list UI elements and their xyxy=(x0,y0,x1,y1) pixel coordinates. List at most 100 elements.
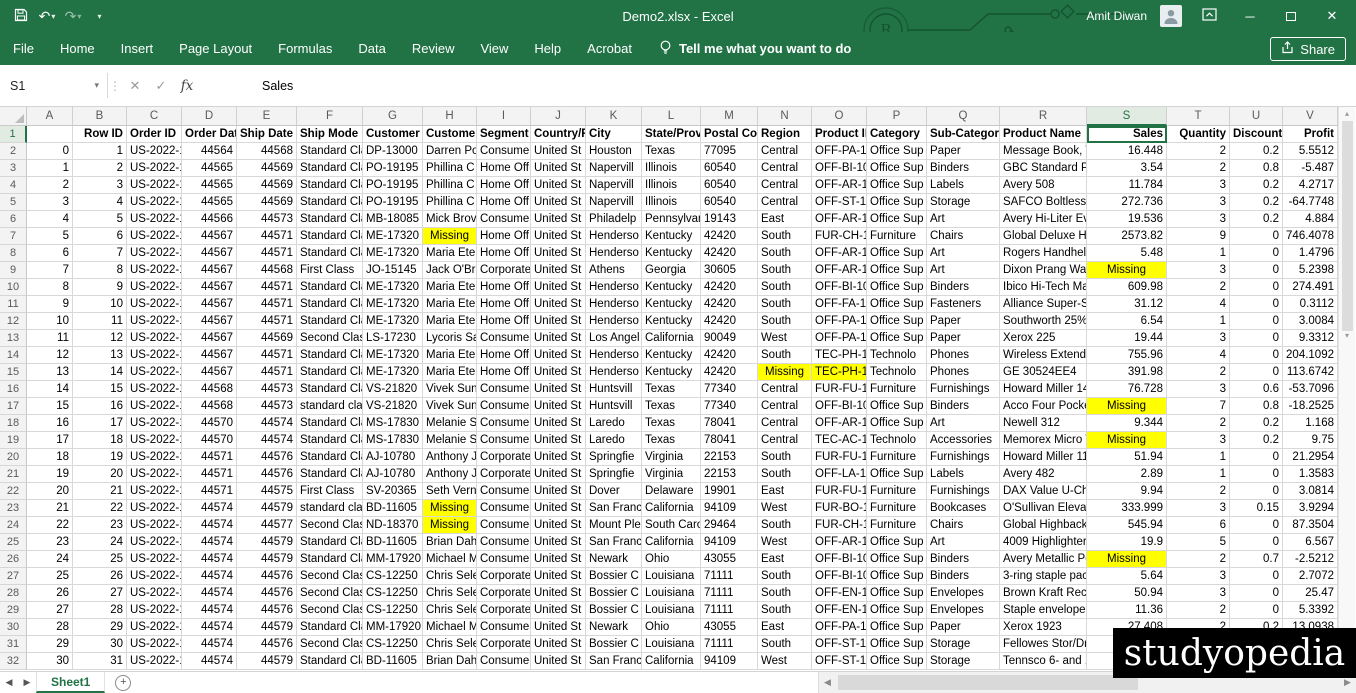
cell-I24[interactable]: Consume xyxy=(477,517,531,534)
cell-K24[interactable]: Mount Ple xyxy=(586,517,642,534)
cell-O23[interactable]: FUR-BO-10 xyxy=(812,500,867,517)
cell-P21[interactable]: Office Sup xyxy=(867,466,927,483)
cell-C13[interactable]: US-2022-1 xyxy=(127,330,182,347)
cell-T20[interactable]: 1 xyxy=(1167,449,1230,466)
cell-T3[interactable]: 2 xyxy=(1167,160,1230,177)
cell-I6[interactable]: Consume xyxy=(477,211,531,228)
cell-R16[interactable]: Howard Miller 14 xyxy=(1000,381,1087,398)
cell-L19[interactable]: Texas xyxy=(642,432,701,449)
row-header-13[interactable]: 13 xyxy=(0,330,27,347)
cell-F4[interactable]: Standard Clas xyxy=(297,177,363,194)
cell-J25[interactable]: United St xyxy=(531,534,586,551)
row-header-9[interactable]: 9 xyxy=(0,262,27,279)
row-header-2[interactable]: 2 xyxy=(0,143,27,160)
cell-I8[interactable]: Home Off xyxy=(477,245,531,262)
cell-K30[interactable]: Newark xyxy=(586,619,642,636)
cell-B6[interactable]: 5 xyxy=(73,211,127,228)
cell-E1[interactable]: Ship Date xyxy=(237,126,297,143)
cell-C32[interactable]: US-2022-1 xyxy=(127,653,182,670)
cell-N26[interactable]: East xyxy=(758,551,812,568)
cell-N28[interactable]: South xyxy=(758,585,812,602)
cell-E17[interactable]: 44573 xyxy=(237,398,297,415)
column-header-Q[interactable]: Q xyxy=(927,107,1000,126)
cell-M21[interactable]: 22153 xyxy=(701,466,758,483)
cell-U28[interactable]: 0 xyxy=(1230,585,1283,602)
cell-O25[interactable]: OFF-AR-10 xyxy=(812,534,867,551)
cell-R10[interactable]: Ibico Hi-Tech Ma xyxy=(1000,279,1087,296)
row-header-29[interactable]: 29 xyxy=(0,602,27,619)
cell-F16[interactable]: Standard Clas xyxy=(297,381,363,398)
cell-K22[interactable]: Dover xyxy=(586,483,642,500)
cell-A5[interactable]: 3 xyxy=(27,194,73,211)
cell-Q26[interactable]: Binders xyxy=(927,551,1000,568)
cell-J28[interactable]: United St xyxy=(531,585,586,602)
cell-P15[interactable]: Technolo xyxy=(867,364,927,381)
cell-U9[interactable]: 0 xyxy=(1230,262,1283,279)
cell-I30[interactable]: Consume xyxy=(477,619,531,636)
cell-F31[interactable]: Second Class xyxy=(297,636,363,653)
cell-B2[interactable]: 1 xyxy=(73,143,127,160)
cell-L21[interactable]: Virginia xyxy=(642,466,701,483)
cell-P14[interactable]: Technolo xyxy=(867,347,927,364)
column-header-H[interactable]: H xyxy=(423,107,477,126)
cell-E25[interactable]: 44579 xyxy=(237,534,297,551)
cell-U7[interactable]: 0 xyxy=(1230,228,1283,245)
cell-D1[interactable]: Order Dat xyxy=(182,126,237,143)
cell-V7[interactable]: 746.4078 xyxy=(1283,228,1338,245)
cell-T14[interactable]: 4 xyxy=(1167,347,1230,364)
cell-K11[interactable]: Henderso xyxy=(586,296,642,313)
cell-P27[interactable]: Office Sup xyxy=(867,568,927,585)
cell-L10[interactable]: Kentucky xyxy=(642,279,701,296)
cell-J31[interactable]: United St xyxy=(531,636,586,653)
cell-Q28[interactable]: Envelopes xyxy=(927,585,1000,602)
cell-P10[interactable]: Office Sup xyxy=(867,279,927,296)
cell-O16[interactable]: FUR-FU-10 xyxy=(812,381,867,398)
cell-Q29[interactable]: Envelopes xyxy=(927,602,1000,619)
maximize-button[interactable] xyxy=(1277,9,1305,24)
cell-F13[interactable]: Second Class xyxy=(297,330,363,347)
cell-N13[interactable]: West xyxy=(758,330,812,347)
cell-R27[interactable]: 3-ring staple pac xyxy=(1000,568,1087,585)
cell-J14[interactable]: United St xyxy=(531,347,586,364)
cell-G11[interactable]: ME-17320 xyxy=(363,296,423,313)
column-header-T[interactable]: T xyxy=(1167,107,1230,126)
cell-V21[interactable]: 1.3583 xyxy=(1283,466,1338,483)
cell-A11[interactable]: 9 xyxy=(27,296,73,313)
cell-T2[interactable]: 2 xyxy=(1167,143,1230,160)
scroll-down-arrow-icon[interactable]: ▾ xyxy=(1345,331,1349,340)
vertical-scrollbar[interactable]: ▴ ▾ xyxy=(1338,107,1355,671)
cell-G17[interactable]: VS-21820 xyxy=(363,398,423,415)
cell-S15[interactable]: 391.98 xyxy=(1087,364,1167,381)
cell-J27[interactable]: United St xyxy=(531,568,586,585)
cell-H10[interactable]: Maria Ete xyxy=(423,279,477,296)
cell-J26[interactable]: United St xyxy=(531,551,586,568)
cell-R2[interactable]: Message Book, W xyxy=(1000,143,1087,160)
cell-U21[interactable]: 0 xyxy=(1230,466,1283,483)
ribbon-tab-view[interactable]: View xyxy=(467,32,521,65)
cell-Q14[interactable]: Phones xyxy=(927,347,1000,364)
new-sheet-button[interactable]: + xyxy=(115,675,131,691)
cell-G12[interactable]: ME-17320 xyxy=(363,313,423,330)
cell-E32[interactable]: 44579 xyxy=(237,653,297,670)
cell-P4[interactable]: Office Sup xyxy=(867,177,927,194)
cell-T10[interactable]: 2 xyxy=(1167,279,1230,296)
cell-A30[interactable]: 28 xyxy=(27,619,73,636)
ribbon-tab-page-layout[interactable]: Page Layout xyxy=(166,32,265,65)
cell-L9[interactable]: Georgia xyxy=(642,262,701,279)
column-header-B[interactable]: B xyxy=(73,107,127,126)
cell-R21[interactable]: Avery 482 xyxy=(1000,466,1087,483)
cell-O11[interactable]: OFF-FA-10 xyxy=(812,296,867,313)
cell-H3[interactable]: Phillina C xyxy=(423,160,477,177)
cell-D12[interactable]: 44567 xyxy=(182,313,237,330)
column-header-U[interactable]: U xyxy=(1230,107,1283,126)
ribbon-tab-data[interactable]: Data xyxy=(345,32,398,65)
cell-E5[interactable]: 44569 xyxy=(237,194,297,211)
cell-L18[interactable]: Texas xyxy=(642,415,701,432)
cell-A17[interactable]: 15 xyxy=(27,398,73,415)
close-button[interactable]: ✕ xyxy=(1318,8,1346,24)
cell-U18[interactable]: 0.2 xyxy=(1230,415,1283,432)
cell-J22[interactable]: United St xyxy=(531,483,586,500)
cell-M4[interactable]: 60540 xyxy=(701,177,758,194)
cell-N18[interactable]: Central xyxy=(758,415,812,432)
cell-H4[interactable]: Phillina C xyxy=(423,177,477,194)
